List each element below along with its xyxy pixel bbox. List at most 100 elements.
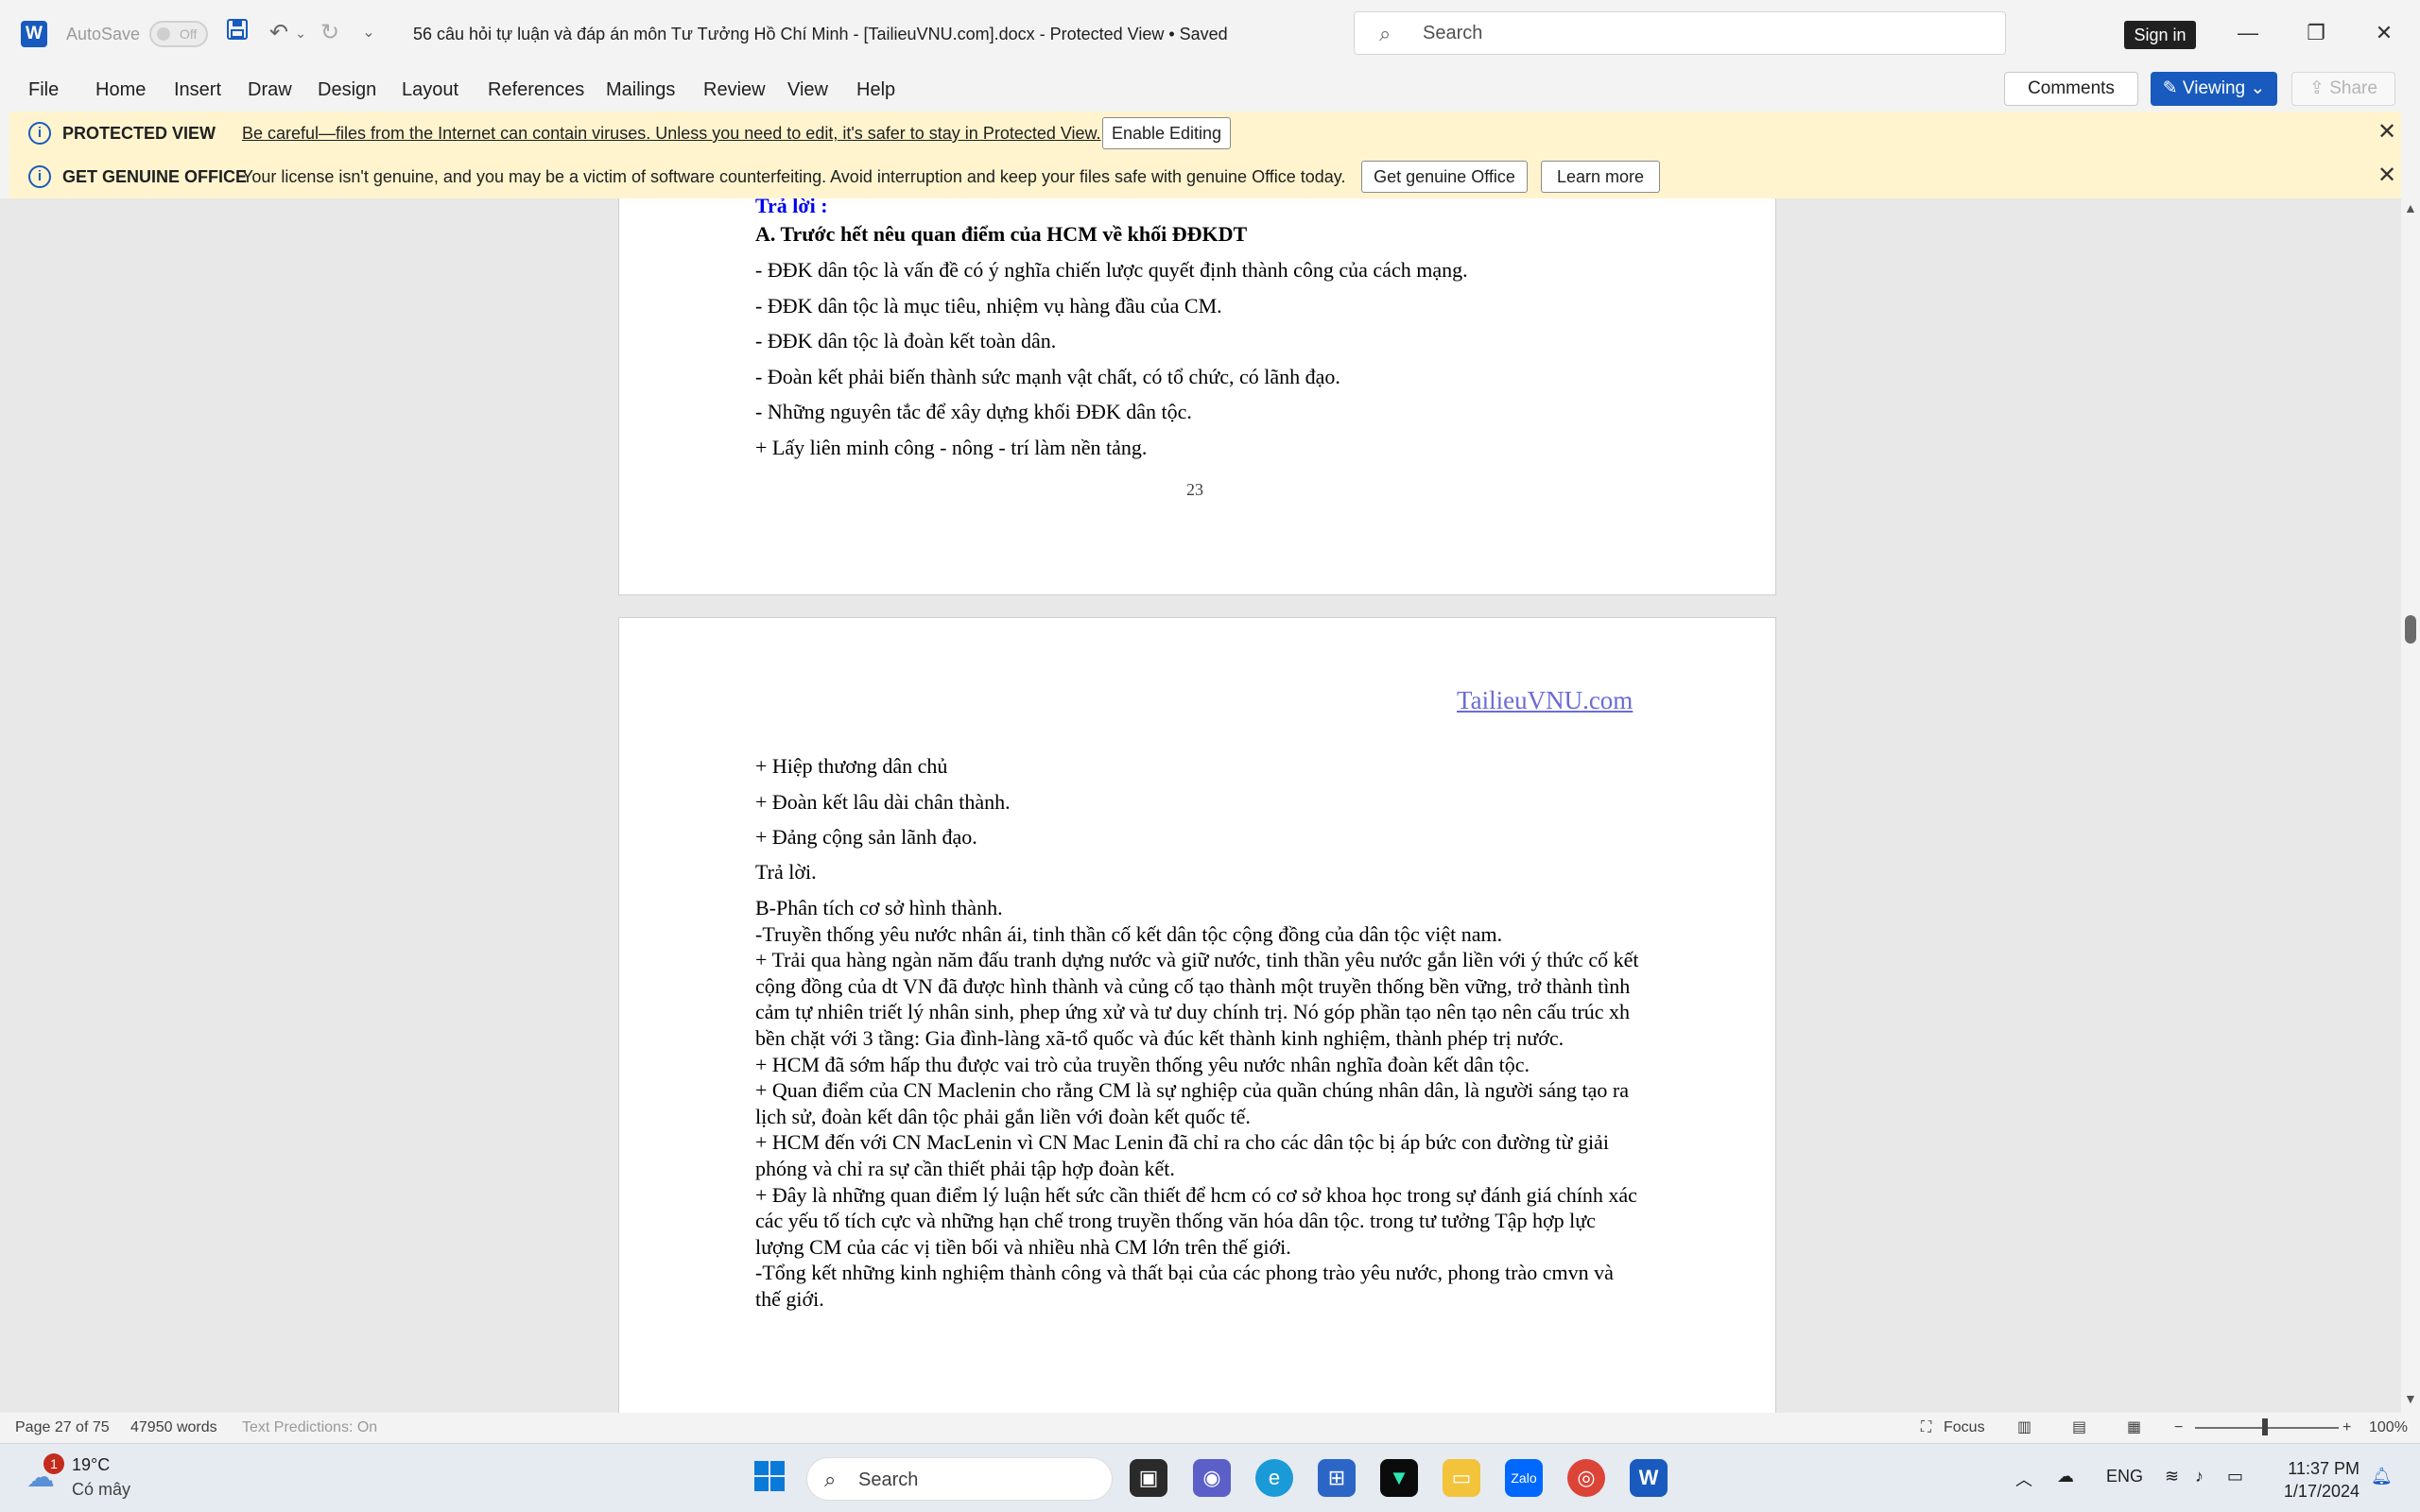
temperature[interactable]: 19°C (72, 1455, 110, 1475)
web-layout-icon[interactable]: ▦ (2127, 1419, 2141, 1436)
close-icon[interactable]: ✕ (2377, 163, 2396, 189)
list-item: + Hiệp thương dân chủ (755, 754, 948, 778)
text-predictions[interactable]: Text Predictions: On (242, 1419, 377, 1436)
save-icon[interactable] (221, 17, 253, 49)
customize-qat-icon[interactable]: ⌄ (357, 17, 380, 49)
zalo-icon[interactable]: Zalo (1505, 1459, 1543, 1497)
tab-draw[interactable]: Draw (248, 77, 292, 102)
predator-sense-icon[interactable]: ▼ (1380, 1459, 1418, 1497)
list-item: + Đảng cộng sản lãnh đạo. (755, 825, 977, 849)
word-count[interactable]: 47950 words (130, 1419, 217, 1436)
search-box[interactable]: ⌕ Search (1354, 11, 2006, 55)
title-bar: W AutoSave Off ↶ ⌄ ↻ ⌄ 56 câu hỏi tự luậ… (0, 0, 2420, 68)
scroll-down-icon[interactable]: ▼ (2404, 1391, 2417, 1406)
read-mode-icon[interactable]: ▥ (2017, 1419, 2031, 1436)
page-24: TailieuVNU.com + Hiệp thương dân chủ + Đ… (618, 617, 1776, 1413)
word-logo-icon: W (21, 21, 47, 47)
teams-chat-icon[interactable]: ◉ (1193, 1459, 1231, 1497)
pen-icon: ✎ (2162, 78, 2183, 98)
viewing-mode-button[interactable]: ✎ Viewing ⌄ (2151, 72, 2277, 106)
taskbar-search[interactable]: ⌕ Search (806, 1457, 1113, 1501)
tab-design[interactable]: Design (318, 77, 376, 102)
comments-button[interactable]: Comments (2004, 72, 2138, 106)
undo-dropdown-icon[interactable]: ⌄ (291, 17, 310, 49)
list-item: + Lấy liên minh công - nông - trí làm nề… (755, 436, 1148, 459)
document-title[interactable]: 56 câu hỏi tự luận và đáp án môn Tư Tưởn… (413, 21, 1228, 47)
vertical-scrollbar[interactable]: ▲ ▼ (2401, 198, 2420, 1413)
windows-start-icon[interactable] (751, 1459, 788, 1497)
tab-mailings[interactable]: Mailings (606, 77, 675, 102)
section-heading: A. Trước hết nêu quan điểm của HCM về kh… (755, 222, 1248, 246)
tab-help[interactable]: Help (856, 77, 895, 102)
notifications-bell-icon[interactable]: 🔔︎ (2371, 1467, 2393, 1486)
search-placeholder: Search (1423, 23, 1483, 43)
task-view-icon[interactable]: ▣ (1130, 1459, 1167, 1497)
sign-in-button[interactable]: Sign in (2124, 21, 2196, 49)
zoom-in-icon[interactable]: + (2342, 1419, 2351, 1436)
body-paragraphs: B-Phân tích cơ sở hình thành. -Truyền th… (755, 896, 1639, 1311)
page-number: 23 (1186, 480, 1203, 499)
comments-label: Comments (2028, 78, 2115, 98)
tab-insert[interactable]: Insert (174, 77, 221, 102)
focus-icon[interactable]: ⛶ (1921, 1419, 1931, 1436)
tab-references[interactable]: References (488, 77, 584, 102)
list-item: - ĐĐK dân tộc là mục tiêu, nhiệm vụ hàng… (755, 294, 1222, 318)
close-icon[interactable]: ✕ (2356, 17, 2412, 49)
tab-review[interactable]: Review (703, 77, 766, 102)
print-layout-icon[interactable]: ▤ (2072, 1419, 2086, 1436)
show-hidden-icons-icon[interactable]: ︿ (2015, 1467, 2032, 1491)
input-language[interactable]: ENG (2106, 1467, 2143, 1486)
file-explorer-icon[interactable]: ▭ (1443, 1459, 1480, 1497)
chrome-icon[interactable]: ◎ (1567, 1459, 1605, 1497)
focus-label[interactable]: Focus (1944, 1419, 1985, 1436)
edge-icon[interactable]: e (1255, 1459, 1293, 1497)
share-label: Share (2329, 78, 2377, 98)
share-button[interactable]: ⇪ Share (2291, 72, 2395, 106)
list-item: Trả lời. (755, 860, 817, 884)
enable-editing-button[interactable]: Enable Editing (1102, 117, 1231, 149)
zoom-out-icon[interactable]: − (2174, 1419, 2183, 1436)
volume-icon[interactable]: ♪ (2195, 1467, 2204, 1486)
banner-title: PROTECTED VIEW (62, 124, 216, 143)
tab-layout[interactable]: Layout (402, 77, 458, 102)
restore-icon[interactable]: ❐ (2288, 17, 2344, 49)
search-icon: ⌕ (824, 1468, 837, 1491)
list-item: - Những nguyên tắc để xây dựng khối ĐĐK … (755, 400, 1192, 423)
answer-heading: Trả lời : (755, 198, 828, 217)
clock-date: 1/17/2024 (2283, 1482, 2360, 1501)
system-clock[interactable]: 11:37 PM 1/17/2024 (2250, 1457, 2360, 1503)
microsoft-store-icon[interactable]: ⊞ (1318, 1459, 1356, 1497)
learn-more-button[interactable]: Learn more (1541, 161, 1660, 193)
wifi-icon[interactable]: ≋ (2165, 1467, 2179, 1486)
word-taskbar-icon[interactable]: W (1630, 1459, 1668, 1497)
onedrive-icon[interactable]: ☁ (2057, 1467, 2074, 1486)
list-item: - Đoàn kết phải biến thành sức mạnh vật … (755, 365, 1340, 388)
redo-icon[interactable]: ↻ (314, 17, 346, 49)
protected-view-link[interactable]: Be careful—files from the Internet can c… (242, 123, 1101, 144)
chevron-down-icon: ⌄ (2245, 78, 2266, 98)
undo-icon[interactable]: ↶ (263, 17, 295, 49)
search-icon: ⌕ (1379, 22, 1392, 45)
tab-home[interactable]: Home (95, 77, 146, 102)
zoom-slider-thumb[interactable] (2262, 1418, 2268, 1435)
list-item: - ĐĐK dân tộc là vấn đề có ý nghĩa chiến… (755, 258, 1468, 282)
header-link[interactable]: TailieuVNU.com (1457, 686, 1633, 715)
get-genuine-office-button[interactable]: Get genuine Office (1361, 161, 1528, 193)
document-canvas[interactable]: Trả lời : A. Trước hết nêu quan điểm của… (0, 198, 2401, 1413)
banner-message: Your license isn't genuine, and you may … (242, 167, 1346, 186)
close-icon[interactable]: ✕ (2377, 119, 2396, 146)
zoom-level[interactable]: 100% (2369, 1419, 2408, 1436)
genuine-office-banner: i GET GENUINE OFFICE Your license isn't … (9, 155, 2401, 198)
viewing-label: Viewing (2182, 78, 2246, 98)
tab-view[interactable]: View (787, 77, 828, 102)
taskbar-search-label: Search (858, 1469, 919, 1490)
battery-icon[interactable]: ▭ (2227, 1467, 2243, 1486)
scroll-up-icon[interactable]: ▲ (2404, 200, 2417, 215)
page-23: Trả lời : A. Trước hết nêu quan điểm của… (618, 198, 1776, 595)
autosave-toggle[interactable]: Off (149, 21, 208, 47)
scroll-thumb[interactable] (2405, 615, 2416, 644)
minimize-icon[interactable]: — (2220, 17, 2276, 49)
page-count[interactable]: Page 27 of 75 (15, 1419, 110, 1436)
weather-description[interactable]: Có mây (72, 1480, 130, 1500)
tab-file[interactable]: File (28, 77, 59, 102)
